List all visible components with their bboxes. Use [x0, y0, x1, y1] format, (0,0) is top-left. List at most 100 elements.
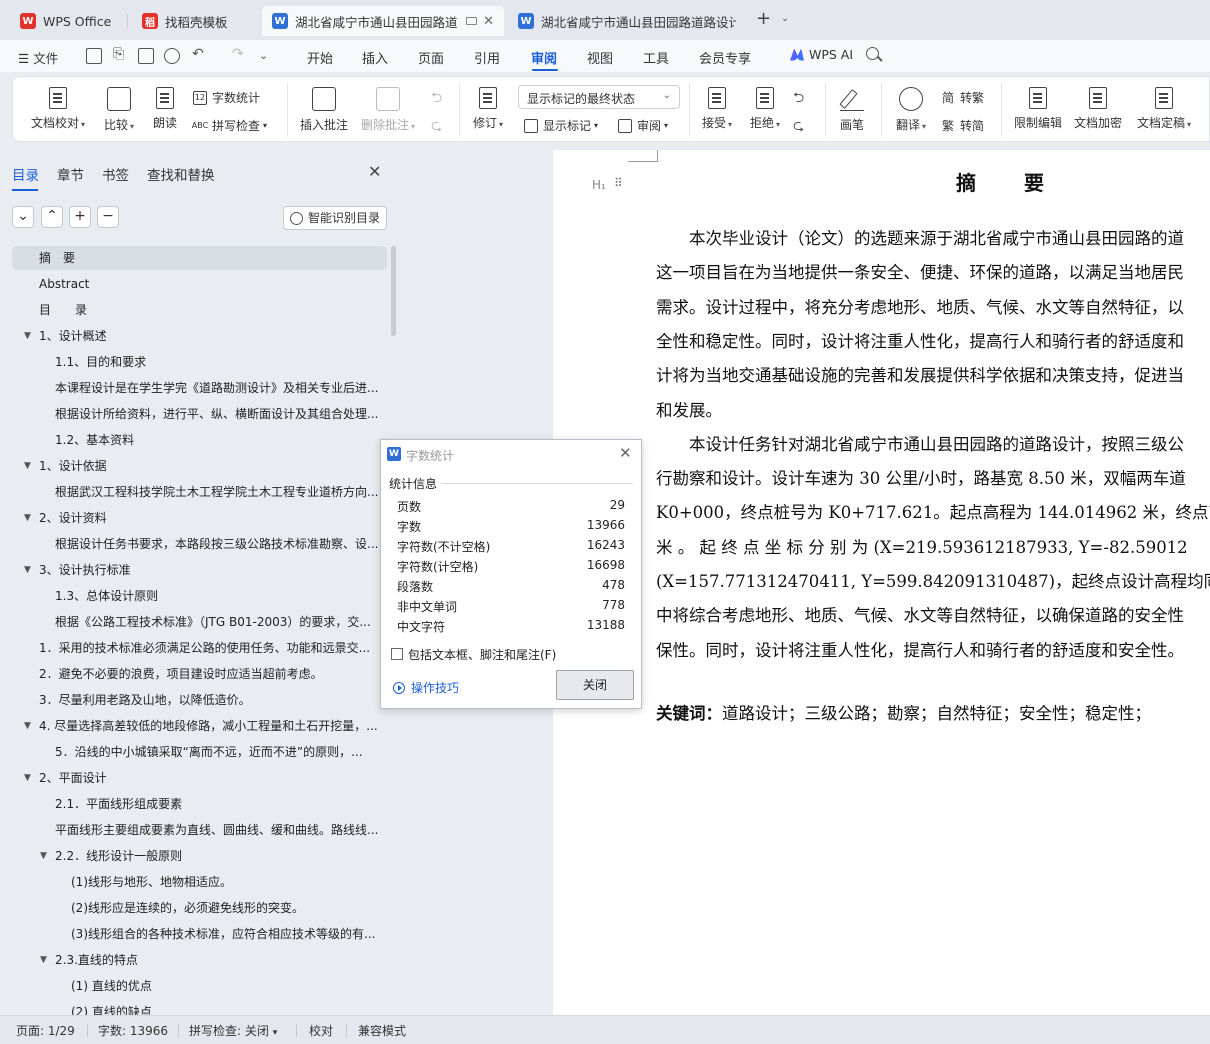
expand-arrow-icon[interactable]: ▼ — [24, 506, 31, 530]
toc-item[interactable]: 本课程设计是在学生学完《道路勘测设计》及相关专业后进... — [55, 376, 384, 400]
toc-item[interactable]: 2、设计资料 — [39, 506, 384, 530]
undo-icon[interactable]: ↶ — [192, 46, 204, 62]
previous-change-icon[interactable]: ⮌ — [793, 87, 804, 111]
expand-arrow-icon[interactable]: ▼ — [40, 948, 47, 972]
expand-arrow-icon[interactable]: ▼ — [40, 844, 47, 868]
menu-tools[interactable]: 工具 — [643, 48, 669, 67]
toc-item[interactable]: 4. 尽量选择高差较低的地段修路，减小工程量和土石开挖量，... — [39, 714, 384, 738]
nav-close-icon[interactable]: ✕ — [368, 162, 381, 181]
menu-view[interactable]: 视图 — [587, 48, 613, 67]
toc-item[interactable]: 3．尽量利用老路及山地，以降低造价。 — [39, 688, 384, 712]
proofread-button[interactable]: 文档校对 ▾ — [29, 87, 87, 131]
reject-button[interactable]: 拒绝 ▾ — [747, 87, 783, 131]
tab-wps-office[interactable]: W WPS Office — [10, 6, 124, 36]
previous-comment-icon[interactable]: ⮌ — [431, 87, 442, 111]
remove-heading-button[interactable]: − — [97, 206, 119, 228]
close-button[interactable]: 关闭 — [556, 670, 634, 700]
spell-check-button[interactable]: ABC 拼写检查 ▾ — [192, 117, 267, 134]
toc-item[interactable]: 摘 要 — [12, 246, 387, 270]
toc-item[interactable]: (1)线形与地形、地物相适应。 — [71, 870, 384, 894]
toc-item[interactable]: 2、平面设计 — [39, 766, 384, 790]
status-word-count[interactable]: 字数: 13966 — [98, 1022, 168, 1039]
redo-icon[interactable]: ↷ — [232, 46, 244, 62]
delete-comment-button[interactable]: 删除批注 ▾ — [360, 87, 416, 133]
print-icon[interactable] — [138, 48, 154, 64]
menu-insert[interactable]: 插入 — [362, 48, 388, 67]
tab-document-2[interactable]: W 湖北省咸宁市通山县田园路道路设计（ — [508, 6, 746, 36]
expand-arrow-icon[interactable]: ▼ — [24, 714, 31, 738]
toc-item[interactable]: 根据武汉工程科技学院土木工程学院土木工程专业道桥方向... — [55, 480, 384, 504]
next-change-icon[interactable]: ⮎ — [793, 115, 804, 139]
restrict-editing-button[interactable]: 限制编辑 — [1013, 87, 1063, 131]
word-count-button[interactable]: 12 字数统计 — [193, 89, 260, 106]
toc-item[interactable]: 1.3、总体设计原则 — [55, 584, 384, 608]
translate-button[interactable]: 翻译 ▾ — [893, 87, 929, 133]
review-pane-button[interactable]: 审阅 ▾ — [618, 117, 668, 134]
toc-item[interactable]: 目 录 — [39, 298, 384, 322]
track-changes-button[interactable]: 修订 ▾ — [470, 87, 506, 131]
show-markup-button[interactable]: 显示标记 ▾ — [524, 117, 598, 134]
heading-marker-icon[interactable]: H₁ — [592, 178, 606, 192]
output-icon[interactable]: ⎘ — [113, 46, 124, 62]
toc-item[interactable]: (2) 直线的缺点 — [71, 1000, 384, 1015]
nav-scrollbar[interactable] — [391, 246, 396, 336]
menu-page[interactable]: 页面 — [418, 48, 444, 67]
quick-access-chevron-icon[interactable]: ⌄ — [259, 49, 268, 62]
tab-close-icon[interactable]: ✕ — [483, 14, 494, 29]
finalize-button[interactable]: 文档定稿 ▾ — [1135, 87, 1193, 131]
menu-review[interactable]: 审阅 — [531, 48, 557, 67]
file-menu[interactable]: ☰ 文件 — [18, 48, 58, 67]
toc-item[interactable]: 根据设计所给资料，进行平、纵、横断面设计及其组合处理... — [55, 402, 384, 426]
encrypt-button[interactable]: 文档加密 — [1073, 87, 1123, 131]
toc-item[interactable]: Abstract — [39, 272, 384, 296]
status-spell-check[interactable]: 拼写检查: 关闭 ▾ — [189, 1022, 277, 1039]
add-heading-button[interactable]: + — [69, 206, 91, 228]
print-preview-icon[interactable] — [164, 48, 180, 64]
toc-item[interactable]: 2.2．线形设计一般原则 — [55, 844, 384, 868]
toc-item[interactable]: 1、设计概述 — [39, 324, 384, 348]
nav-tab-toc[interactable]: 目录 — [12, 164, 39, 191]
expand-arrow-icon[interactable]: ▼ — [24, 454, 31, 478]
toc-item[interactable]: 2.3.直线的特点 — [55, 948, 384, 972]
menu-home[interactable]: 开始 — [307, 48, 333, 67]
new-tab-icon[interactable]: + — [756, 8, 771, 29]
menu-membership[interactable]: 会员专享 — [699, 48, 751, 67]
status-page[interactable]: 页面: 1/29 — [16, 1022, 75, 1039]
toc-item[interactable]: 1.1、目的和要求 — [55, 350, 384, 374]
toc-item[interactable]: 根据设计任务书要求，本路段按三级公路技术标准勘察、设... — [55, 532, 384, 556]
close-icon[interactable]: ✕ — [619, 444, 632, 462]
to-simplified-button[interactable]: 繁转简 — [941, 117, 984, 134]
compare-button[interactable]: 比较 ▾ — [99, 87, 139, 133]
wps-ai-button[interactable]: WPS AI — [790, 47, 853, 62]
tab-window-icon[interactable] — [466, 17, 478, 25]
save-icon[interactable] — [86, 48, 102, 64]
toc-item[interactable]: 5．沿线的中小城镇采取“离而不远，近而不进”的原则，... — [55, 740, 384, 764]
search-icon[interactable] — [866, 47, 879, 60]
collapse-all-button[interactable]: ⌄ — [12, 206, 34, 228]
toc-item[interactable]: 1.2、基本资料 — [55, 428, 384, 452]
smart-toc-button[interactable]: 智能识别目录 — [283, 206, 387, 230]
expand-arrow-icon[interactable]: ▼ — [24, 766, 31, 790]
menu-references[interactable]: 引用 — [474, 48, 500, 67]
include-textbox-label[interactable]: 包括文本框、脚注和尾注(F) — [408, 646, 556, 663]
toc-item[interactable]: (3)线形组合的各种技术标准，应符合相应技术等级的有... — [71, 922, 384, 946]
toc-item[interactable]: 1．采用的技术标准必须满足公路的使用任务、功能和远景交... — [39, 636, 384, 660]
insert-comment-button[interactable]: 插入批注 — [299, 87, 349, 133]
accept-button[interactable]: 接受 ▾ — [699, 87, 735, 131]
tab-document-active[interactable]: W 湖北省咸宁市通山县田园路道 ✕ — [262, 6, 504, 36]
toc-item[interactable]: 平面线形主要组成要素为直线、圆曲线、缓和曲线。路线线... — [55, 818, 384, 842]
toc-item[interactable]: 3、设计执行标准 — [39, 558, 384, 582]
status-proofread[interactable]: 校对 — [309, 1022, 333, 1039]
expand-arrow-icon[interactable]: ▼ — [24, 324, 31, 348]
toc-item[interactable]: 2.1．平面线形组成要素 — [55, 792, 384, 816]
toc-item[interactable]: (2)线形应是连续的，必须避免线形的突变。 — [71, 896, 384, 920]
expand-arrow-icon[interactable]: ▼ — [24, 558, 31, 582]
next-comment-icon[interactable]: ⮎ — [431, 115, 442, 139]
pen-button[interactable]: 画笔 — [837, 87, 867, 133]
to-traditional-button[interactable]: 简转繁 — [941, 89, 984, 106]
nav-tab-chapters[interactable]: 章节 — [57, 164, 84, 184]
toc-item[interactable]: 1、设计依据 — [39, 454, 384, 478]
toc-item[interactable]: 根据《公路工程技术标准》（JTG B01-2003）的要求，交... — [55, 610, 384, 634]
tips-link[interactable]: 操作技巧 — [393, 679, 459, 696]
toc-item[interactable]: 2．避免不必要的浪费，项目建设时应适当超前考虑。 — [39, 662, 384, 686]
